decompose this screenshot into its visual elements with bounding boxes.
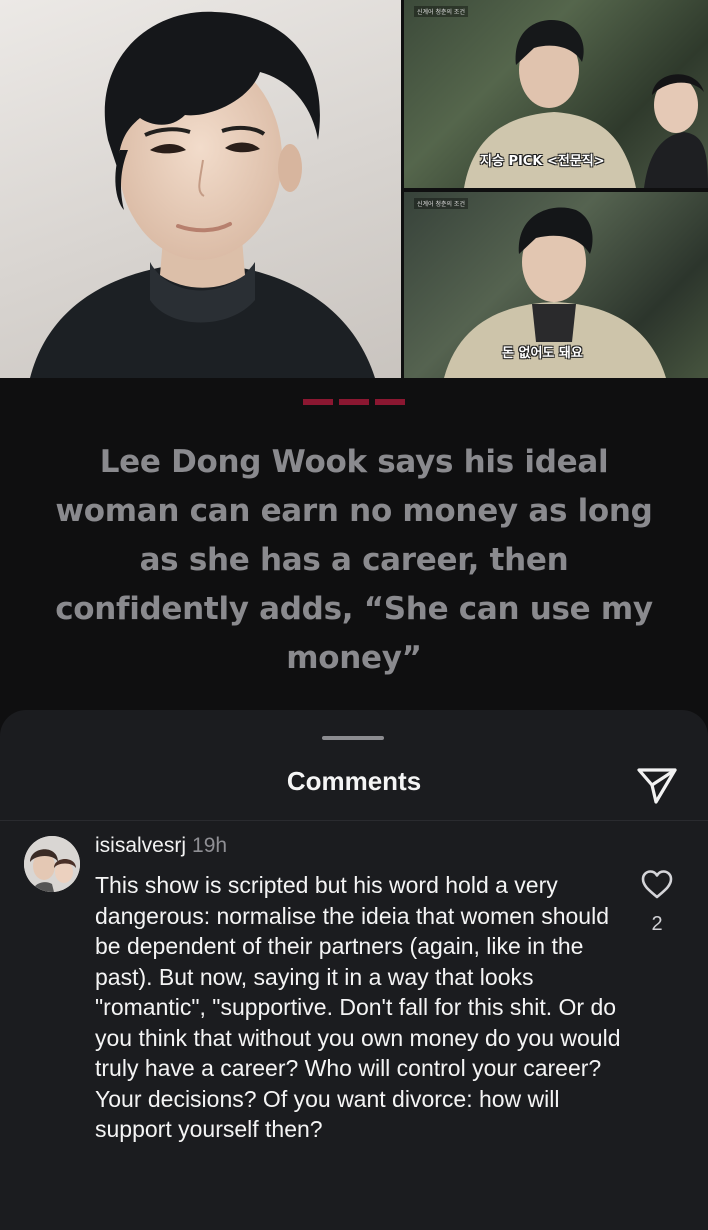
post-headline: Lee Dong Wook says his ideal woman can e… [55,444,653,676]
accent-dash [375,399,405,405]
accent-dash [339,399,369,405]
like-count: 2 [651,913,663,935]
comments-sheet[interactable]: Comments isisalvesrj 19h This show is scr… [0,710,708,1230]
heart-outline-icon [641,870,673,899]
paper-plane-icon [637,768,677,804]
portrait-illustration [30,11,375,378]
accent-dash [303,399,333,405]
comments-title: Comments [286,766,422,796]
sheet-divider [0,820,708,821]
comment-text: This show is scripted but his word hold … [95,872,621,1142]
comment-timestamp: 19h [192,834,228,857]
caption-top: 지승 PICK <전문직> [480,154,605,169]
caption-bottom: 돈 없어도 돼요 [502,346,583,361]
like-button[interactable] [640,868,674,902]
show-still-top: 신계어 청춘의 조건 지승 PICK <전문직> [404,0,708,188]
share-button[interactable] [634,762,680,808]
show-tag-top: 신계어 청춘의 조건 [414,6,468,17]
show-still-bottom: 신계어 청춘의 조건 돈 없어도 돼요 [404,192,708,378]
post-image-collage[interactable]: 신계어 청춘의 조건 지승 PICK <전문직> 신계어 청춘의 조건 돈 없어… [0,0,708,378]
accent-divider [303,399,405,405]
comment-username[interactable]: isisalvesrj 19h [95,834,227,858]
avatar-image [24,836,80,892]
sheet-drag-handle[interactable] [322,736,384,740]
show-tag-bottom: 신계어 청춘의 조건 [414,198,468,209]
avatar[interactable] [24,836,80,892]
portrait-photo [0,0,401,378]
username-text[interactable]: isisalvesrj [95,834,186,857]
